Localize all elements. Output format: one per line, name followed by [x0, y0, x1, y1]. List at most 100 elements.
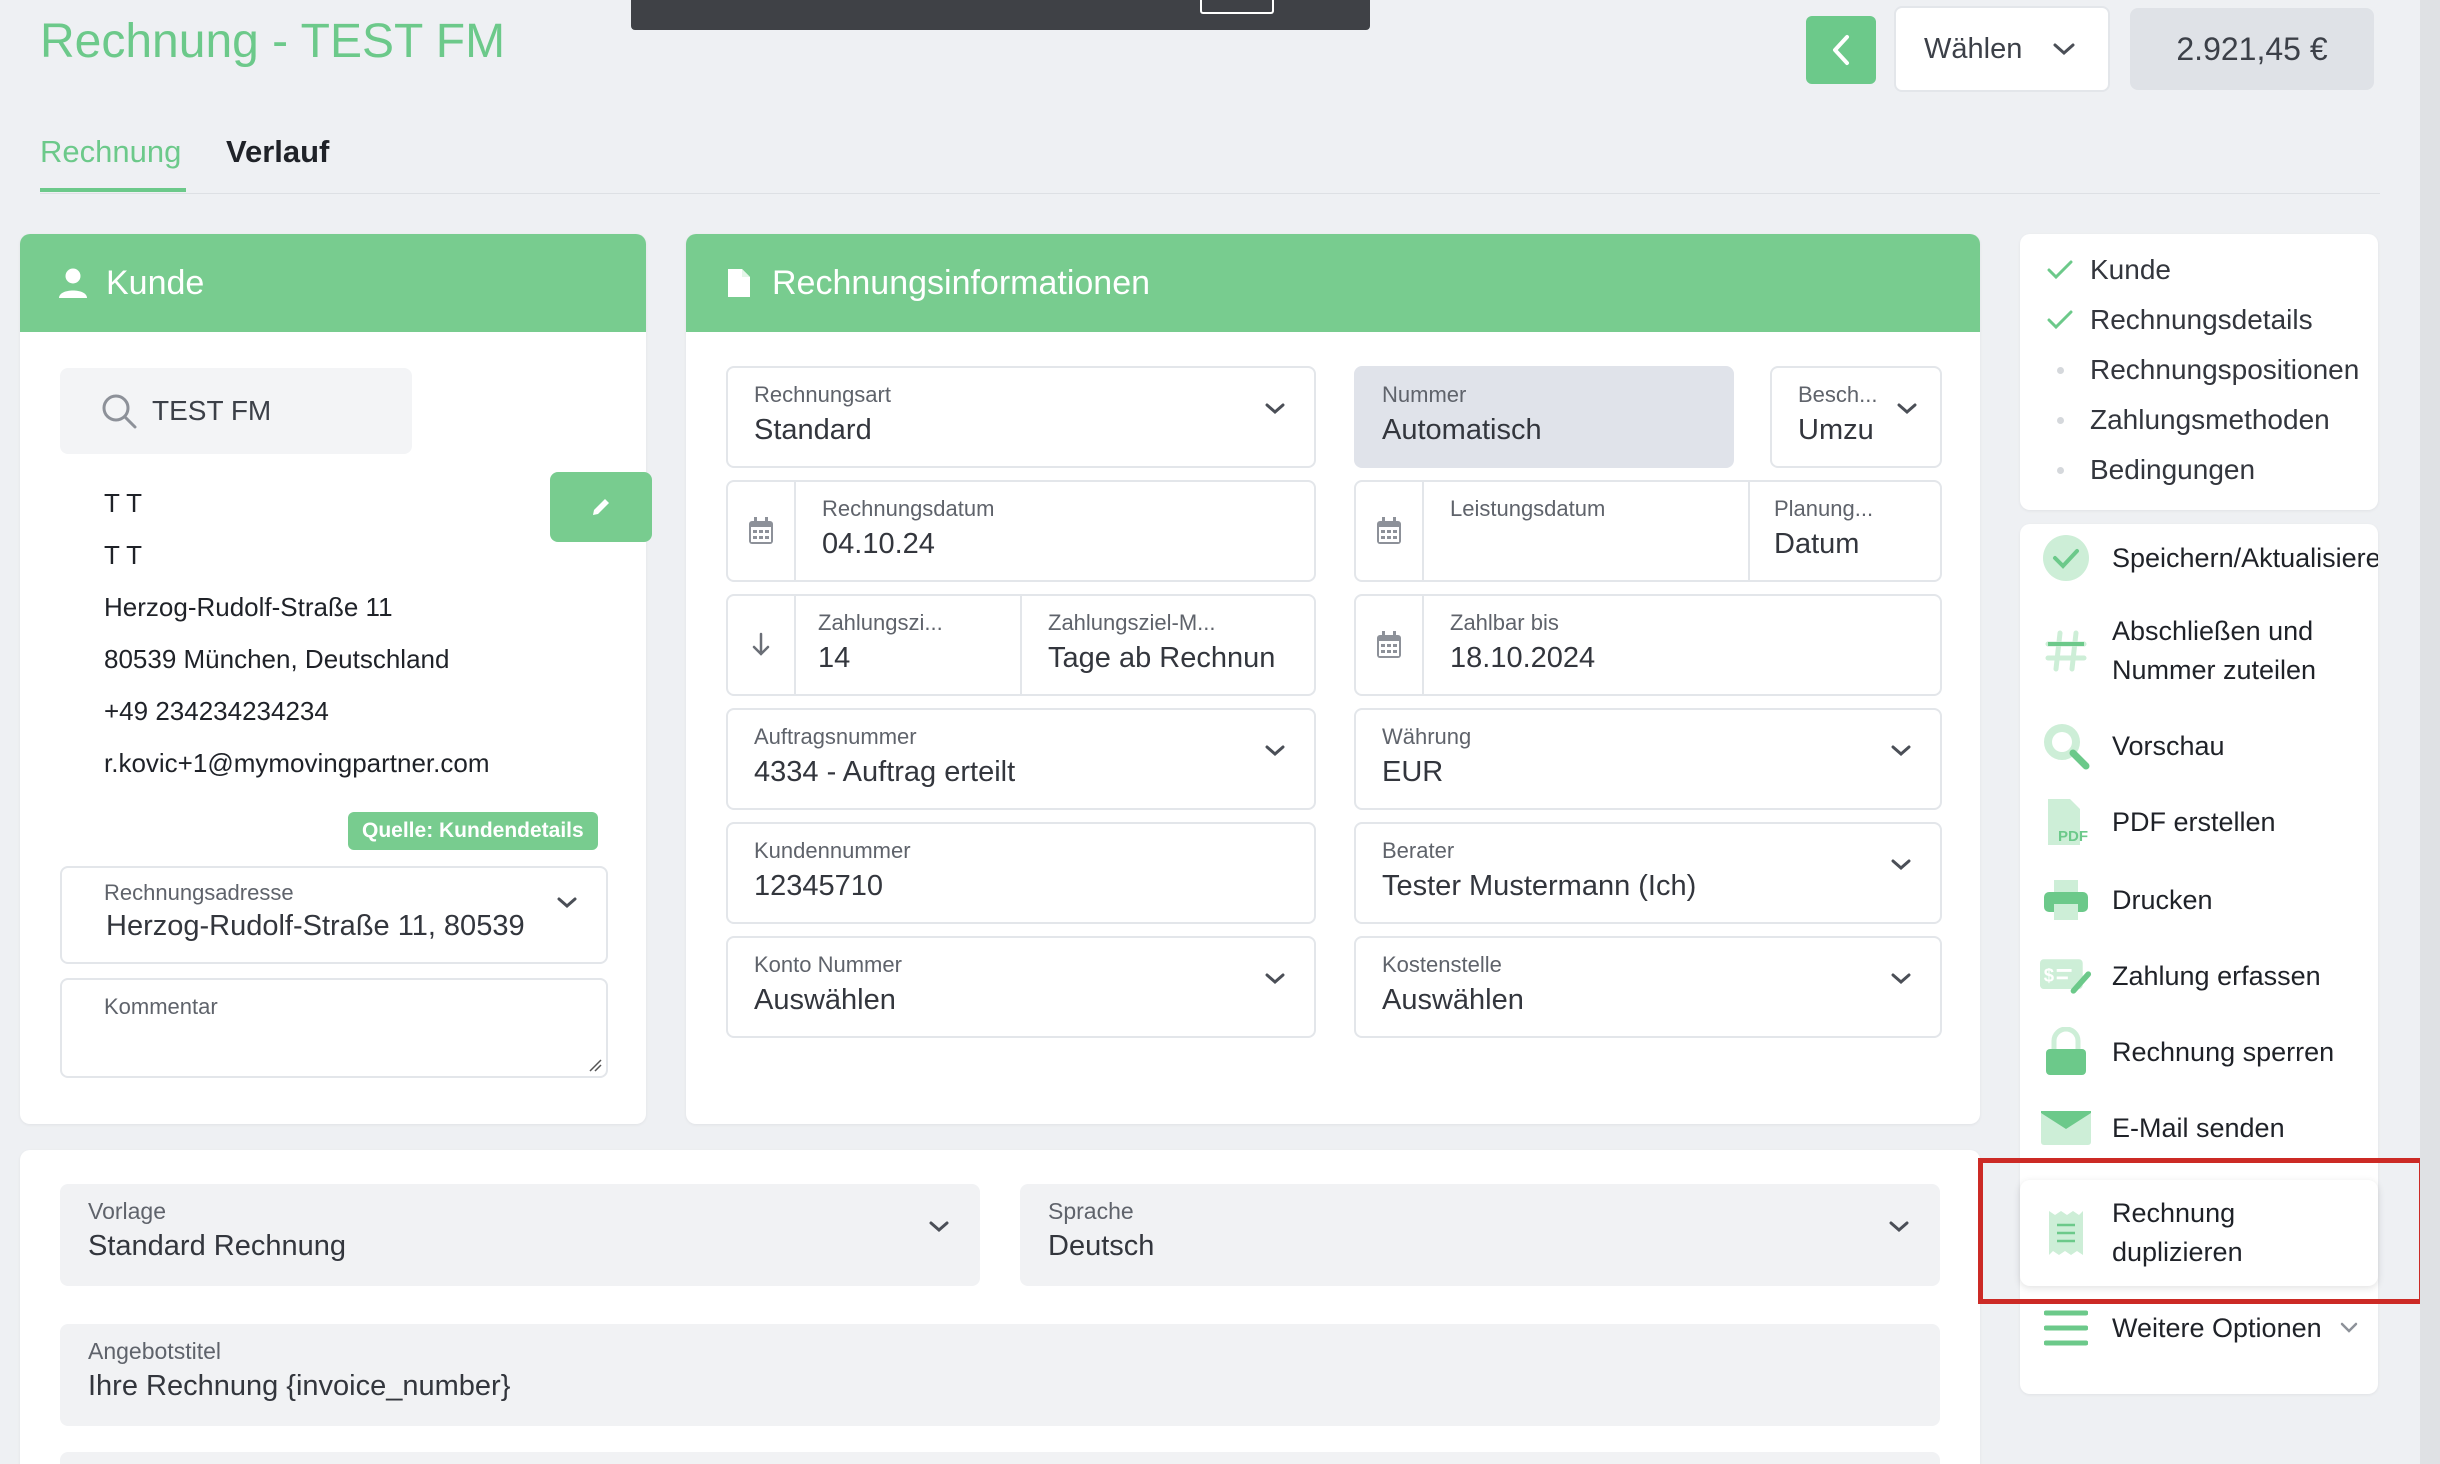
- resize-handle-icon[interactable]: [588, 1058, 602, 1072]
- pdf-button[interactable]: PDF PDF erstellen: [2040, 796, 2378, 848]
- kostenstelle-value: Auswählen: [1382, 984, 1524, 1016]
- kundennummer-field[interactable]: Kundennummer 12345710: [726, 822, 1316, 924]
- angebotstitel-label: Angebotstitel: [88, 1338, 221, 1364]
- vorlage-select[interactable]: Vorlage Standard Rechnung: [60, 1184, 980, 1286]
- waehrung-value: EUR: [1382, 756, 1444, 788]
- back-button[interactable]: [1806, 16, 1876, 84]
- dot-icon: [2056, 416, 2064, 424]
- print-label: Drucken: [2112, 884, 2213, 915]
- kundennummer-value: 12345710: [754, 870, 884, 902]
- save-button[interactable]: Speichern/Aktualisieren: [2040, 532, 2378, 584]
- leistungsdatum-field[interactable]: Leistungsdatum Planung... Datum: [1354, 480, 1942, 582]
- vorlage-label: Vorlage: [88, 1198, 167, 1224]
- tab-rechnung[interactable]: Rechnung: [40, 134, 181, 170]
- address-line: T T: [104, 540, 143, 570]
- magnifier-icon: [2044, 724, 2090, 770]
- payment-button[interactable]: $ Zahlung erfassen: [2040, 950, 2378, 1002]
- rechnungsart-label: Rechnungsart: [754, 382, 891, 407]
- arrow-down-icon[interactable]: [728, 596, 796, 694]
- step-label: Bedingungen: [2090, 454, 2256, 485]
- step-kunde[interactable]: Kunde: [2046, 254, 2171, 286]
- search-icon: [102, 394, 137, 429]
- rechnungsdatum-field[interactable]: Rechnungsdatum 04.10.24: [726, 480, 1316, 582]
- rechnungsart-value: Standard: [754, 414, 872, 446]
- berater-label: Berater: [1382, 838, 1455, 863]
- waehrung-label: Währung: [1382, 724, 1472, 749]
- billing-address-select[interactable]: Rechnungsadresse Herzog-Rudolf-Straße 11…: [60, 866, 608, 964]
- planung-value[interactable]: Datum: [1774, 528, 1859, 561]
- overlay-toolbar-button[interactable]: [1200, 0, 1274, 14]
- chevron-down-icon: [1891, 973, 1911, 984]
- dot-icon: [2056, 466, 2064, 474]
- pdf-label: PDF erstellen: [2112, 806, 2276, 837]
- zahlbar-bis-label: Zahlbar bis: [1450, 610, 1559, 635]
- scrollbar[interactable]: [2420, 0, 2440, 1464]
- lock-button[interactable]: Rechnung sperren: [2040, 1026, 2378, 1078]
- save-label: Speichern/Aktualisieren: [2112, 542, 2378, 573]
- nummer-value: Automatisch: [1382, 414, 1542, 446]
- select-dropdown[interactable]: Wählen: [1894, 6, 2110, 92]
- step-rechnungspositionen[interactable]: Rechnungspositionen: [2046, 354, 2359, 386]
- chevron-down-icon: [1891, 745, 1911, 756]
- total-amount: 2.921,45 €: [2130, 8, 2374, 90]
- more-options-button[interactable]: Weitere Optionen: [2040, 1302, 2378, 1354]
- step-rechnungsdetails[interactable]: Rechnungsdetails: [2046, 304, 2313, 336]
- rechnungsart-select[interactable]: Rechnungsart Standard: [726, 366, 1316, 468]
- email-label: E-Mail senden: [2112, 1112, 2285, 1143]
- chevron-down-icon: [1889, 1221, 1909, 1232]
- nummer-field: Nummer Automatisch: [1354, 366, 1734, 468]
- calendar-icon[interactable]: [1356, 596, 1424, 694]
- chevron-down-icon: [1265, 973, 1285, 984]
- chevron-down-icon: [2053, 43, 2075, 56]
- zahlungsziel-field[interactable]: Zahlungszi... 14 Zahlungsziel-M... Tage …: [726, 594, 1316, 696]
- comment-label: Kommentar: [104, 994, 218, 1019]
- zahlungsziel-modus-value[interactable]: Tage ab Rechnun: [1048, 642, 1306, 675]
- preview-button[interactable]: Vorschau: [2040, 720, 2378, 772]
- step-zahlungsmethoden[interactable]: Zahlungsmethoden: [2046, 404, 2330, 436]
- chevron-down-icon: [1897, 403, 1917, 414]
- address-line: T T: [104, 488, 143, 518]
- next-field[interactable]: [60, 1452, 1940, 1464]
- sprache-select[interactable]: Sprache Deutsch: [1020, 1184, 1940, 1286]
- address-line: Herzog-Rudolf-Straße 11: [104, 592, 393, 622]
- rechnungsdatum-value: 04.10.24: [822, 528, 935, 560]
- step-bedingungen[interactable]: Bedingungen: [2046, 454, 2255, 486]
- konto-select[interactable]: Konto Nummer Auswählen: [726, 936, 1316, 1038]
- document-icon: [728, 269, 750, 297]
- auftragsnummer-select[interactable]: Auftragsnummer 4334 - Auftrag erteilt: [726, 708, 1316, 810]
- email-button[interactable]: E-Mail senden: [2040, 1102, 2378, 1154]
- konto-value: Auswählen: [754, 984, 896, 1016]
- calendar-icon[interactable]: [728, 482, 796, 580]
- money-icon: $: [2040, 959, 2092, 994]
- billing-address-value: Herzog-Rudolf-Straße 11, 80539: [106, 910, 525, 942]
- sprache-value: Deutsch: [1048, 1230, 1155, 1262]
- kunde-card-title: Kunde: [106, 263, 205, 302]
- auftragsnummer-value: 4334 - Auftrag erteilt: [754, 756, 1016, 788]
- rechnungsinfo-card-title: Rechnungsinformationen: [772, 263, 1151, 302]
- customer-search-input[interactable]: TEST FM: [60, 368, 412, 454]
- kunde-card-header: Kunde: [20, 234, 646, 332]
- kunde-card: Kunde TEST FM T T T T Herzog-Rudolf-Stra…: [20, 234, 652, 1124]
- calendar-icon[interactable]: [1356, 482, 1424, 580]
- beschreibung-select[interactable]: Besch... Umzu: [1770, 366, 1942, 468]
- berater-value: Tester Mustermann (Ich): [1382, 870, 1697, 902]
- angebotstitel-input[interactable]: Angebotstitel Ihre Rechnung {invoice_num…: [60, 1324, 1940, 1426]
- finalize-button[interactable]: Abschließen und Nummer zuteilen: [2040, 612, 2378, 690]
- waehrung-select[interactable]: Währung EUR: [1354, 708, 1942, 810]
- vorlage-value: Standard Rechnung: [88, 1230, 346, 1262]
- menu-lines-icon: [2044, 1310, 2088, 1346]
- edit-customer-button[interactable]: [550, 472, 652, 542]
- print-button[interactable]: Drucken: [2040, 874, 2378, 926]
- check-circle-icon: [2043, 535, 2089, 581]
- overlay-toolbar: [631, 0, 1370, 30]
- progress-steps: Kunde Rechnungsdetails Rechnungsposition…: [2020, 234, 2378, 510]
- sprache-label: Sprache: [1048, 1198, 1134, 1224]
- comment-textarea[interactable]: Kommentar: [60, 978, 608, 1078]
- zahlbar-bis-value: 18.10.2024: [1450, 642, 1596, 674]
- step-label: Rechnungspositionen: [2090, 354, 2360, 385]
- leistungsdatum-label: Leistungsdatum: [1450, 496, 1606, 521]
- zahlbar-bis-field[interactable]: Zahlbar bis 18.10.2024: [1354, 594, 1942, 696]
- tab-verlauf[interactable]: Verlauf: [226, 134, 329, 170]
- berater-select[interactable]: Berater Tester Mustermann (Ich): [1354, 822, 1942, 924]
- kostenstelle-select[interactable]: Kostenstelle Auswählen: [1354, 936, 1942, 1038]
